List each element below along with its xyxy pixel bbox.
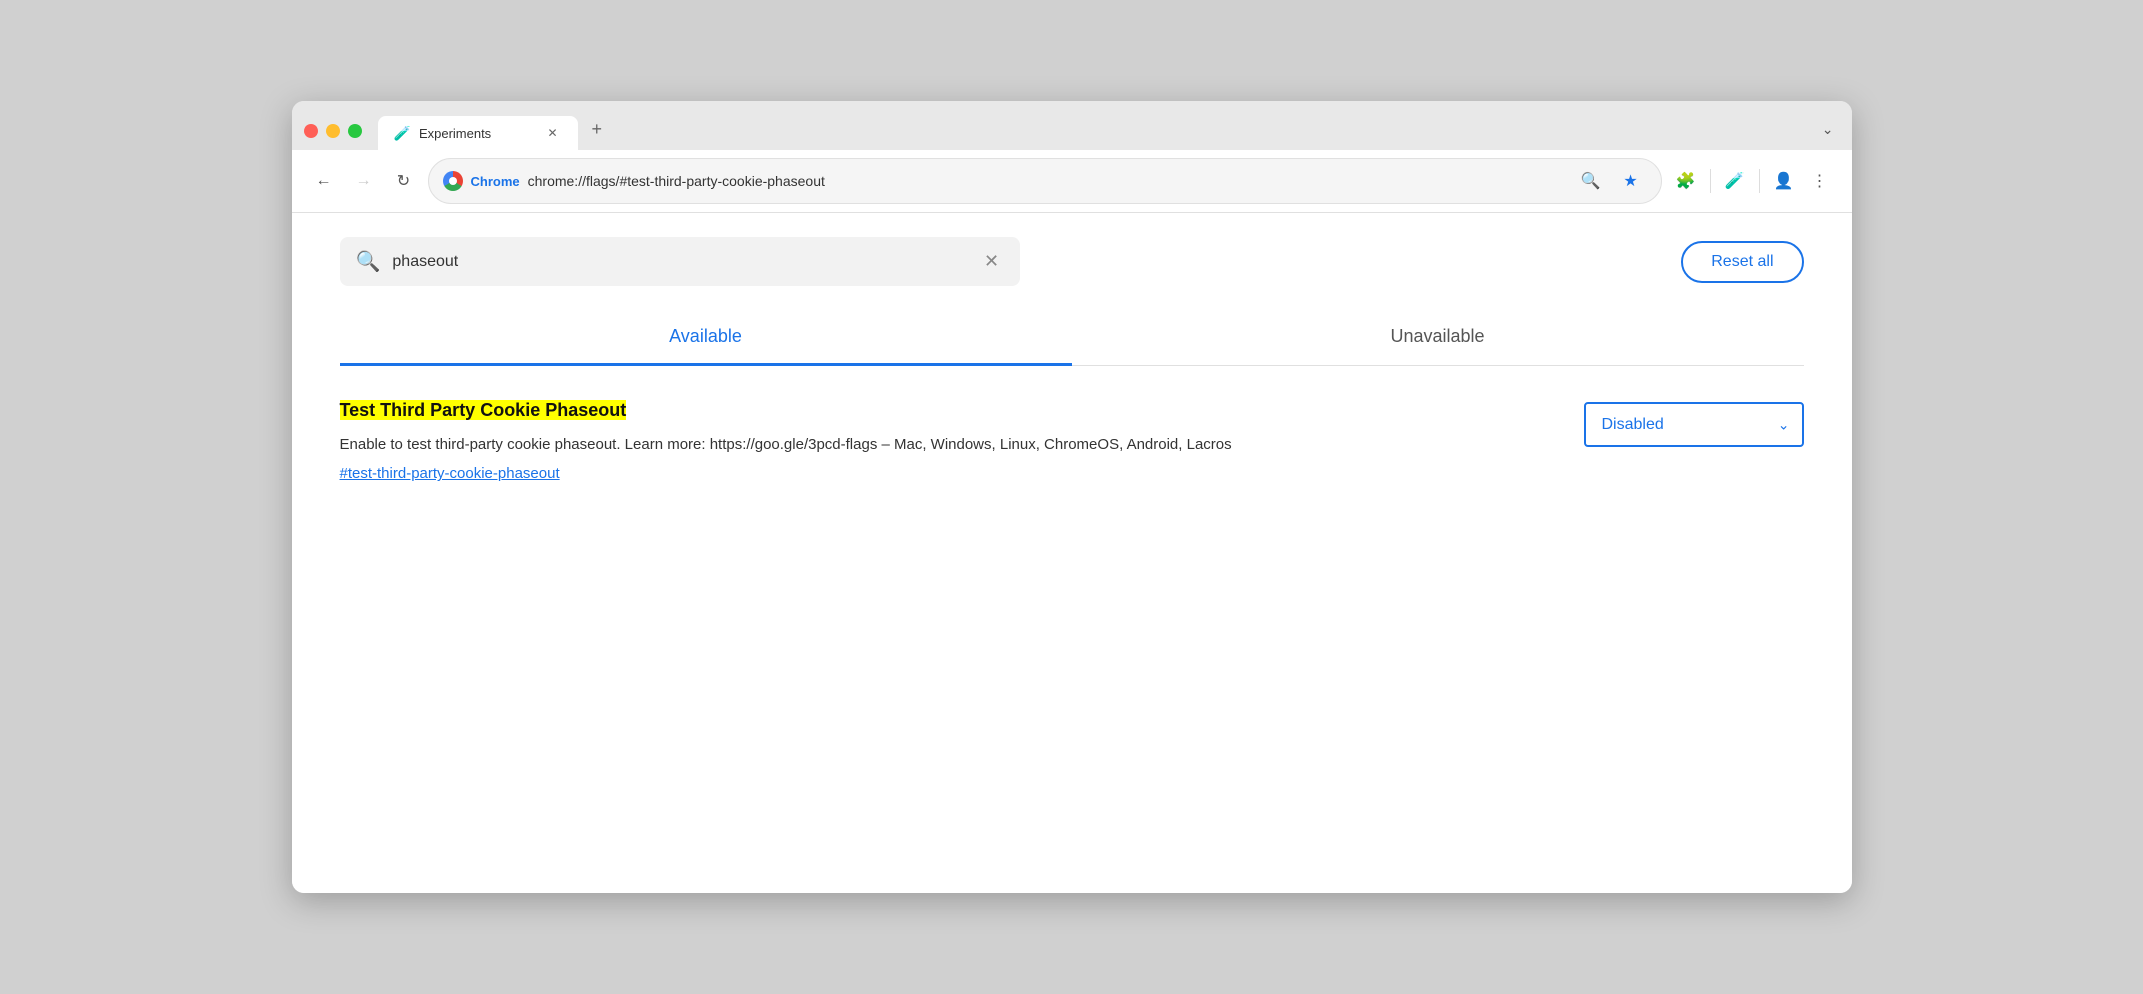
bookmark-icon[interactable]: ★ (1615, 165, 1647, 197)
menu-icon[interactable]: ⋮ (1804, 165, 1836, 197)
flag-select-wrapper: Default Disabled Enabled ⌄ (1584, 402, 1804, 447)
search-input[interactable] (392, 253, 967, 271)
tab-dropdown-button[interactable]: ⌄ (1816, 115, 1840, 144)
flag-anchor-link[interactable]: #test-third-party-cookie-phaseout (340, 465, 1544, 482)
chrome-logo (443, 171, 463, 191)
toolbar-divider (1710, 169, 1711, 193)
page-content: 🔍 ✕ Reset all Available Unavailable Test… (292, 213, 1852, 893)
flag-item: Test Third Party Cookie Phaseout Enable … (340, 398, 1804, 482)
chrome-label: Chrome (471, 174, 520, 189)
toolbar: ← → ↻ Chrome chrome://flags/#test-third-… (292, 150, 1852, 213)
tab-close-button[interactable]: ✕ (544, 124, 562, 142)
traffic-lights (304, 124, 378, 150)
forward-button[interactable]: → (348, 165, 380, 197)
extensions-icon[interactable]: 🧩 (1670, 165, 1702, 197)
close-button[interactable] (304, 124, 318, 138)
search-icon: 🔍 (356, 249, 381, 274)
url-text: chrome://flags/#test-third-party-cookie-… (528, 173, 1567, 189)
tab-unavailable[interactable]: Unavailable (1072, 310, 1804, 366)
flag-title: Test Third Party Cookie Phaseout (340, 400, 627, 420)
back-button[interactable]: ← (308, 165, 340, 197)
tab-title: Experiments (419, 126, 491, 141)
toolbar-icons: 🧩 🧪 👤 ⋮ (1670, 165, 1836, 197)
zoom-icon[interactable]: 🔍 (1575, 165, 1607, 197)
tabs-bar: Available Unavailable (340, 310, 1804, 366)
flags-list: Test Third Party Cookie Phaseout Enable … (340, 366, 1804, 482)
new-tab-button[interactable]: + (582, 111, 613, 148)
search-clear-button[interactable]: ✕ (980, 250, 1004, 274)
reload-button[interactable]: ↻ (388, 165, 420, 197)
minimize-button[interactable] (326, 124, 340, 138)
profile-icon[interactable]: 👤 (1768, 165, 1800, 197)
flag-control: Default Disabled Enabled ⌄ (1584, 398, 1804, 447)
toolbar-divider-2 (1759, 169, 1760, 193)
tab-available[interactable]: Available (340, 310, 1072, 366)
search-bar-container: 🔍 ✕ Reset all (340, 237, 1804, 286)
flag-select[interactable]: Default Disabled Enabled (1584, 402, 1804, 447)
flag-info: Test Third Party Cookie Phaseout Enable … (340, 398, 1544, 482)
search-box: 🔍 ✕ (340, 237, 1020, 286)
maximize-button[interactable] (348, 124, 362, 138)
title-bar: 🧪 Experiments ✕ + ⌄ (292, 101, 1852, 150)
active-tab[interactable]: 🧪 Experiments ✕ (378, 116, 578, 150)
tab-icon: 🧪 (394, 125, 411, 142)
address-bar[interactable]: Chrome chrome://flags/#test-third-party-… (428, 158, 1662, 204)
tab-bar: 🧪 Experiments ✕ + ⌄ (378, 111, 1840, 150)
reset-all-button[interactable]: Reset all (1681, 241, 1803, 283)
flag-description: Enable to test third-party cookie phaseo… (340, 433, 1544, 457)
experiments-icon[interactable]: 🧪 (1719, 165, 1751, 197)
browser-window: 🧪 Experiments ✕ + ⌄ ← → ↻ Chrome chrome:… (292, 101, 1852, 893)
